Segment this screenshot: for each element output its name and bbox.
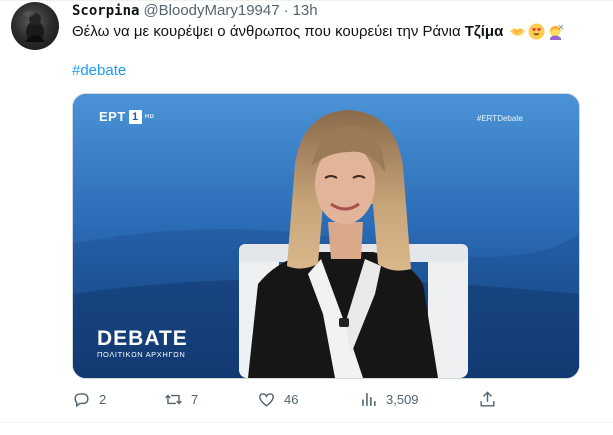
share-icon [480,391,495,407]
show-subtitle: ΠΟΛΙΤΙΚΩΝ ΑΡΧΗΓΩΝ [97,350,186,359]
retweet-count: 7 [191,392,199,407]
retweet-icon [165,394,182,405]
reply-button[interactable]: 2 [72,390,106,409]
reply-icon [74,393,89,408]
tweet-text-body: Θέλω να με κουρέψει ο άνθρωπος που κουρε… [72,23,461,40]
views-icon [362,393,376,406]
show-logo: DEBATE ΠΟΛΙΤΙΚΩΝ ΑΡΧΗΓΩΝ [97,327,188,359]
heart-eyes-emoji [528,23,545,40]
author-handle[interactable]: @BloodyMary19947 [143,2,279,19]
views-button[interactable]: 3,509 [359,390,419,409]
divider-top [0,0,613,1]
handshake-emoji [509,23,526,40]
show-title: DEBATE [97,327,188,350]
channel-logo-text: ΕΡΤ [99,109,126,124]
overlay-hashtag: #ERTDebate [476,114,523,123]
hashtag-link[interactable]: #debate [72,62,126,79]
views-count: 3,509 [386,392,419,407]
tweet-media-image[interactable]: ΕΡΤ 1 HD #ERTDebate DEBATE ΠΟΛΙΤΙΚΩΝ ΑΡΧ… [72,93,580,379]
author-name[interactable]: Scorpina [72,3,139,19]
channel-hd: HD [144,113,155,120]
tweet-header: Scorpina @BloodyMary19947 · 13h [72,2,318,20]
channel-number: 1 [128,109,142,124]
channel-logo: ΕΡΤ 1 HD [99,109,154,124]
like-icon [259,393,274,407]
retweet-button[interactable]: 7 [164,390,198,409]
reply-count: 2 [99,392,107,407]
divider-bottom [0,422,613,423]
share-button[interactable] [478,390,497,409]
header-separator: · [283,2,289,19]
avatar-image [23,11,45,43]
avatar[interactable] [11,2,59,50]
like-button[interactable]: 46 [257,390,298,409]
haircut-emoji [547,23,564,40]
tweet-text: Θέλω να με κουρέψει ο άνθρωπος που κουρε… [72,23,564,40]
like-count: 46 [284,392,299,407]
tweet-timestamp[interactable]: 13h [293,2,318,19]
tweet-text-bold: Τζίμα [464,23,504,40]
tweet-actions: 2 7 46 3,509 [72,390,502,410]
